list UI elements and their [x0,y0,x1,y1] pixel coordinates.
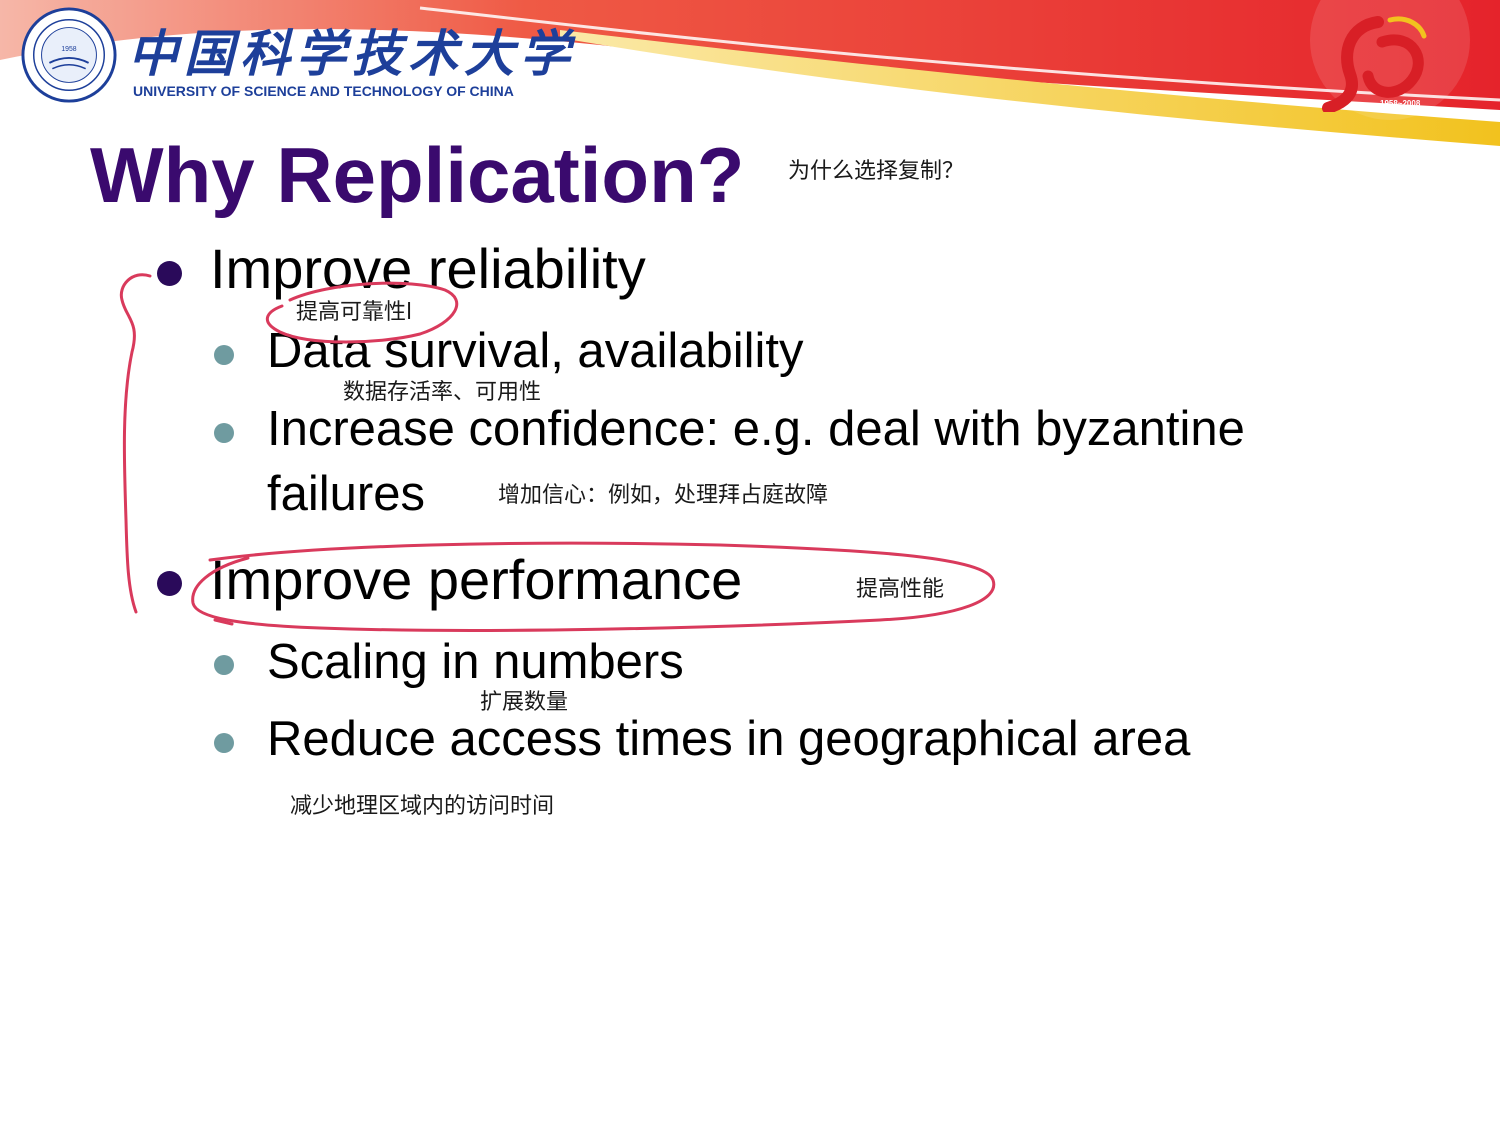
subpoint-increase-confidence-line1: Increase confidence: e.g. deal with byza… [267,402,1245,456]
note-increase-confidence: 增加信心：例如，处理拜占庭故障 [498,483,829,508]
point-improve-performance: Improve performance [210,548,743,611]
university-name-english: UNIVERSITY OF SCIENCE AND TECHNOLOGY OF … [133,83,514,99]
title-note: 为什么选择复制？ [788,159,965,184]
sub-bullet-dot [214,423,234,443]
university-seal: 1958 [21,7,117,103]
subpoint-reduce-access-times: Reduce access times in geographical area [267,712,1191,766]
ink-bracket [119,273,152,614]
subpoint-increase-confidence-line2: failures [267,467,425,521]
subpoint-scaling: Scaling in numbers [267,635,684,689]
slide-title: Why Replication? [90,131,745,219]
point-improve-reliability: Improve reliability [210,237,646,300]
bullet-dot [157,571,182,596]
subpoint-data-survival: Data survival, availability [267,324,804,378]
ink-tick [213,618,234,626]
note-reduce-access-times: 减少地理区域内的访问时间 [290,794,555,819]
note-improve-performance: 提高性能 [856,577,945,602]
svg-text:1958: 1958 [61,46,76,53]
sub-bullet-dot [214,733,234,753]
anniversary-years: 1958~2008 [1380,99,1421,108]
university-name-chinese: 中国科学技术大学 [128,24,576,83]
sub-bullet-dot [214,345,234,365]
sub-bullet-dot [214,655,234,675]
bullet-dot [157,261,182,286]
note-improve-reliability: 提高可靠性l [296,300,413,325]
anniversary-logo [1322,16,1427,112]
